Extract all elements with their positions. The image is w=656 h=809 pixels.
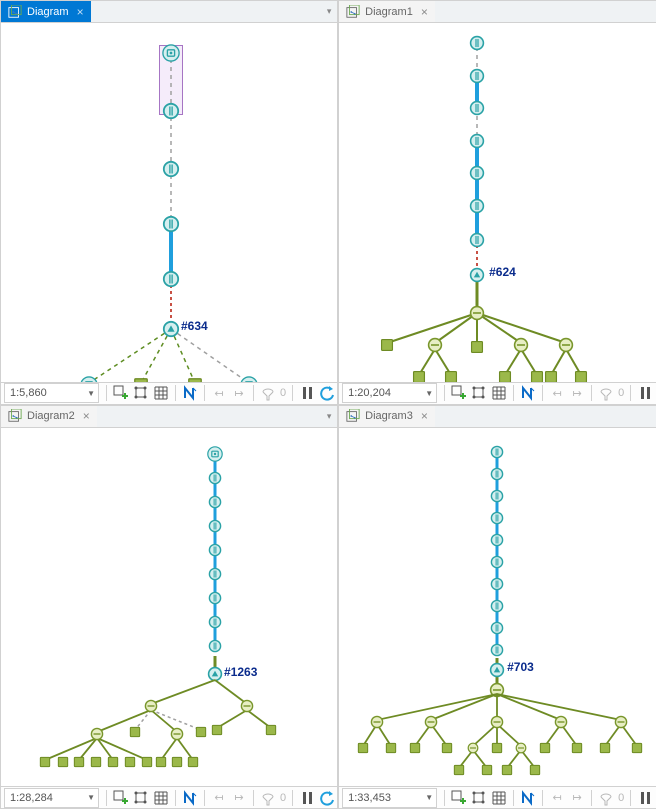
align-vertices-button[interactable] [469,383,489,403]
pause-icon [299,386,315,400]
diagram-quad-grid: Diagram × ▾ [0,0,656,809]
pane-diagram2: Diagram2 × ▾ [0,405,338,809]
tab-label: Diagram3 [365,410,413,422]
scale-value: 1:5,860 [10,387,47,399]
pause-icon [637,791,653,805]
close-icon[interactable]: × [421,6,428,18]
pause-button[interactable] [297,788,317,808]
filter-button[interactable] [596,383,616,403]
filter-count: 0 [278,792,288,804]
pause-button[interactable] [635,383,655,403]
filter-count: 0 [616,387,626,399]
diagram-icon [8,409,22,423]
add-features-button[interactable] [111,383,131,403]
pause-icon [637,386,653,400]
numeric-n-button[interactable] [180,383,200,403]
diagram-canvas[interactable]: #634 [1,23,337,382]
filter-button[interactable] [258,788,278,808]
diagram-icon [346,409,360,423]
diagram-graph [339,428,656,787]
filter-button[interactable] [596,788,616,808]
tabstrip: Diagram × ▾ [1,1,337,23]
align-vertices-button[interactable] [131,788,151,808]
grid-button[interactable] [489,788,509,808]
tabstrip: Diagram2 × ▾ [1,406,337,428]
add-features-button[interactable] [449,788,469,808]
numeric-n-button[interactable] [180,788,200,808]
statusbar: 1:5,860 ▼ ↤ ↦ 0 [1,382,337,404]
pane-diagram1: Diagram1 × ▾ [338,0,656,405]
scale-combo[interactable]: 1:28,284 ▼ [4,788,99,808]
refresh-button[interactable] [317,788,337,808]
statusbar: 1:28,284 ▼ ↤ ↦ 0 [1,786,337,808]
step-forward-button[interactable]: ↦ [229,383,249,403]
tab-diagram1[interactable]: Diagram1 × [339,1,435,22]
pause-icon [299,791,315,805]
pane-diagram3: Diagram3 × ▾ [338,405,656,809]
refresh-button[interactable] [317,383,337,403]
scale-value: 1:20,204 [348,387,391,399]
step-back-button[interactable]: ↤ [209,788,229,808]
pane-menu-button[interactable]: ▾ [321,406,337,427]
chevron-down-icon: ▼ [87,793,95,802]
tab-diagram3[interactable]: Diagram3 × [339,406,435,427]
diagram-icon [346,5,360,19]
tab-label: Diagram1 [365,6,413,18]
diagram-canvas[interactable]: #624 [339,23,656,382]
tabstrip: Diagram3 × ▾ [339,406,656,428]
grid-button[interactable] [151,788,171,808]
align-vertices-button[interactable] [131,383,151,403]
tab-diagram2[interactable]: Diagram2 × [1,406,97,427]
chevron-down-icon: ▼ [425,389,433,398]
scale-value: 1:33,453 [348,792,391,804]
numeric-n-button[interactable] [518,788,538,808]
close-icon[interactable]: × [421,410,428,422]
step-back-button[interactable]: ↤ [547,383,567,403]
tab-diagram[interactable]: Diagram × [1,1,91,22]
filter-count: 0 [616,792,626,804]
step-back-button[interactable]: ↤ [209,383,229,403]
filter-button[interactable] [258,383,278,403]
pause-button[interactable] [297,383,317,403]
statusbar: 1:33,453 ▼ ↤ ↦ 0 [339,786,656,808]
diagram-icon [8,5,22,19]
step-forward-button[interactable]: ↦ [567,383,587,403]
tabstrip: Diagram1 × ▾ [339,1,656,23]
tab-label: Diagram2 [27,410,75,422]
align-vertices-button[interactable] [469,788,489,808]
pane-menu-button[interactable]: ▾ [321,1,337,22]
scale-combo[interactable]: 1:20,204 ▼ [342,383,437,403]
scale-value: 1:28,284 [10,792,53,804]
diagram-graph [339,23,656,382]
step-forward-button[interactable]: ↦ [229,788,249,808]
step-forward-button[interactable]: ↦ [567,788,587,808]
grid-button[interactable] [151,383,171,403]
add-features-button[interactable] [111,788,131,808]
diagram-canvas[interactable]: #1263 [1,428,337,787]
filter-count: 0 [278,387,288,399]
diagram-graph [1,23,337,382]
add-features-button[interactable] [449,383,469,403]
numeric-n-button[interactable] [518,383,538,403]
chevron-down-icon: ▼ [87,389,95,398]
pane-diagram: Diagram × ▾ [0,0,338,405]
chevron-down-icon: ▼ [425,793,433,802]
tab-label: Diagram [27,6,69,18]
diagram-canvas[interactable]: #703 [339,428,656,787]
scale-combo[interactable]: 1:5,860 ▼ [4,383,99,403]
step-back-button[interactable]: ↤ [547,788,567,808]
grid-button[interactable] [489,383,509,403]
pause-button[interactable] [635,788,655,808]
close-icon[interactable]: × [77,6,84,18]
close-icon[interactable]: × [83,410,90,422]
statusbar: 1:20,204 ▼ ↤ ↦ 0 [339,382,656,404]
diagram-graph [1,428,337,787]
scale-combo[interactable]: 1:33,453 ▼ [342,788,437,808]
